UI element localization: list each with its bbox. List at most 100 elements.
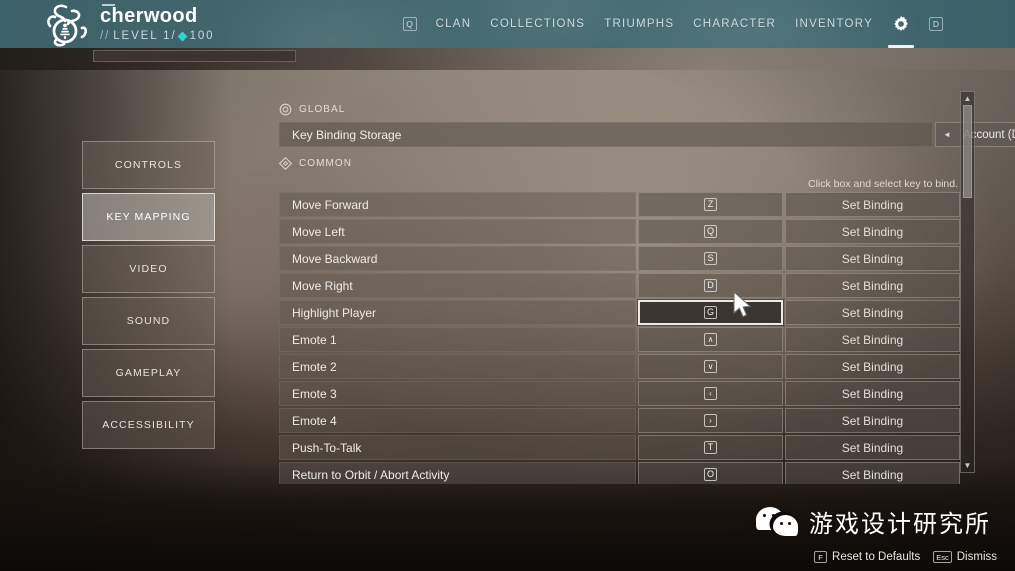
key-cap: G — [703, 306, 717, 319]
binding-action-label: Emote 3 — [279, 381, 636, 406]
nav-item-inventory[interactable]: INVENTORY — [795, 18, 873, 30]
binding-action-label: Emote 2 — [279, 354, 636, 379]
diamond-icon — [278, 156, 293, 170]
nav-key-left-badge: Q — [402, 17, 417, 31]
set-binding-button[interactable]: Set Binding — [785, 219, 960, 244]
level-text: LEVEL 1/ — [113, 30, 177, 42]
key-cap: S — [704, 252, 717, 265]
dismiss-action[interactable]: Esc Dismiss — [933, 551, 997, 563]
reset-to-defaults-action[interactable]: F Reset to Defaults — [814, 551, 920, 563]
player-identity: cherwood // LEVEL 1/ 100 — [100, 4, 214, 43]
key-binding-storage-row: Key Binding Storage ◄ Account (Default) … — [279, 122, 1015, 147]
binding-action-label: Move Right — [279, 273, 636, 298]
key-cap: Z — [704, 198, 717, 211]
binding-key-box[interactable]: Z — [638, 192, 783, 217]
set-binding-button[interactable]: Set Binding — [785, 408, 960, 433]
table-row: Emote 2 ∨ Set Binding — [279, 354, 960, 379]
binding-key-box[interactable]: T — [638, 435, 783, 460]
sidebar-item-gameplay[interactable]: GAMEPLAY — [82, 349, 215, 397]
scroll-down-arrow-icon[interactable]: ▼ — [961, 459, 974, 472]
account-selector[interactable]: ◄ Account (Default) ► — [935, 122, 1015, 147]
player-name: cherwood — [100, 5, 198, 27]
set-binding-button[interactable]: Set Binding — [785, 435, 960, 460]
set-binding-button[interactable]: Set Binding — [785, 273, 960, 298]
sidebar-item-key-mapping[interactable]: KEY MAPPING — [82, 193, 215, 241]
binding-key-box[interactable]: O — [638, 462, 783, 484]
watermark: 游戏设计研究所 — [756, 504, 991, 539]
section-header-global: GLOBAL — [279, 100, 960, 118]
table-row: Emote 4 › Set Binding — [279, 408, 960, 433]
set-binding-button[interactable]: Set Binding — [785, 381, 960, 406]
gear-icon[interactable] — [888, 15, 914, 48]
set-binding-button[interactable]: Set Binding — [785, 192, 960, 217]
nav-item-character[interactable]: CHARACTER — [693, 18, 776, 30]
bind-hint: Click box and select key to bind. — [808, 178, 958, 190]
clan-emblem-icon — [42, 2, 90, 48]
key-cap: › — [704, 414, 717, 427]
sidebar-item-sound[interactable]: SOUND — [82, 297, 215, 345]
nav-item-triumphs[interactable]: TRIUMPHS — [604, 18, 674, 30]
binding-key-box[interactable]: ∧ — [638, 327, 783, 352]
binding-action-label: Emote 4 — [279, 408, 636, 433]
table-row: Return to Orbit / Abort Activity O Set Bin… — [279, 462, 960, 484]
top-header-bar: cherwood // LEVEL 1/ 100 Q CLAN COLLECTI… — [0, 0, 1015, 48]
dismiss-label: Dismiss — [956, 551, 997, 563]
set-binding-button[interactable]: Set Binding — [785, 354, 960, 379]
key-mapping-panel: GLOBAL Key Binding Storage ◄ Account (De… — [278, 100, 1015, 484]
key-cap: D — [704, 279, 717, 292]
binding-key-box[interactable]: Q — [638, 219, 783, 244]
settings-screen: cherwood // LEVEL 1/ 100 Q CLAN COLLECTI… — [0, 0, 1015, 571]
table-row: Move Forward Z Set Binding — [279, 192, 960, 217]
scroll-up-arrow-icon[interactable]: ▲ — [961, 92, 974, 105]
table-row: Push-To-Talk T Set Binding — [279, 435, 960, 460]
circle-icon — [279, 103, 292, 116]
nav-item-clan[interactable]: CLAN — [436, 18, 472, 30]
set-binding-button[interactable]: Set Binding — [785, 246, 960, 271]
settings-category-menu: CONTROLS KEY MAPPING VIDEO SOUND GAMEPLA… — [82, 141, 215, 453]
set-binding-button[interactable]: Set Binding — [785, 300, 960, 325]
name-dash — [102, 4, 115, 6]
set-binding-button[interactable]: Set Binding — [785, 462, 960, 484]
section-label-common: COMMON — [299, 157, 352, 169]
section-label-global: GLOBAL — [299, 103, 346, 115]
nav-item-collections[interactable]: COLLECTIONS — [490, 18, 585, 30]
key-cap: Q — [703, 225, 717, 238]
table-row: Emote 3 ‹ Set Binding — [279, 381, 960, 406]
binding-key-box[interactable]: ‹ — [638, 381, 783, 406]
binding-action-label: Move Left — [279, 219, 636, 244]
binding-action-label: Return to Orbit / Abort Activity — [279, 462, 636, 484]
scrollbar-track[interactable] — [961, 105, 974, 459]
key-cap: O — [703, 468, 717, 481]
dismiss-key-badge: Esc — [933, 551, 952, 563]
binding-key-box-focused[interactable]: G — [638, 300, 783, 325]
binding-action-label: Emote 1 — [279, 327, 636, 352]
key-binding-storage-label: Key Binding Storage — [279, 122, 933, 147]
chevron-left-icon[interactable]: ◄ — [943, 130, 951, 139]
reset-key-badge: F — [814, 551, 828, 563]
scrollbar-thumb[interactable] — [963, 105, 972, 198]
key-cap: ∧ — [704, 333, 717, 346]
binding-key-box[interactable]: S — [638, 246, 783, 271]
binding-key-box[interactable]: ∨ — [638, 354, 783, 379]
binding-key-box[interactable]: › — [638, 408, 783, 433]
key-cap: ‹ — [704, 387, 717, 400]
table-row: Move Backward S Set Binding — [279, 246, 960, 271]
main-navigation: Q CLAN COLLECTIONS TRIUMPHS CHARACTER IN… — [402, 0, 943, 48]
table-row: Emote 1 ∧ Set Binding — [279, 327, 960, 352]
key-cap: ∨ — [704, 360, 717, 373]
mouse-cursor — [733, 291, 752, 318]
key-cap: T — [704, 441, 717, 454]
level-slashes: // — [100, 30, 111, 42]
player-level-row: // LEVEL 1/ 100 — [100, 29, 214, 43]
panel-scrollbar[interactable]: ▲ ▼ — [960, 91, 975, 473]
binding-key-box[interactable]: D — [638, 273, 783, 298]
set-binding-button[interactable]: Set Binding — [785, 327, 960, 352]
section-header-common: COMMON — [278, 154, 960, 172]
wechat-logo-icon — [756, 506, 800, 537]
key-binding-list: Move Forward Z Set Binding Move Left Q Set Bi… — [279, 192, 960, 484]
sidebar-item-video[interactable]: VIDEO — [82, 245, 215, 293]
sidebar-item-accessibility[interactable]: ACCESSIBILITY — [82, 401, 215, 449]
binding-action-label: Move Forward — [279, 192, 636, 217]
table-row: Highlight Player G Set Binding — [279, 300, 960, 325]
sidebar-item-controls[interactable]: CONTROLS — [82, 141, 215, 189]
